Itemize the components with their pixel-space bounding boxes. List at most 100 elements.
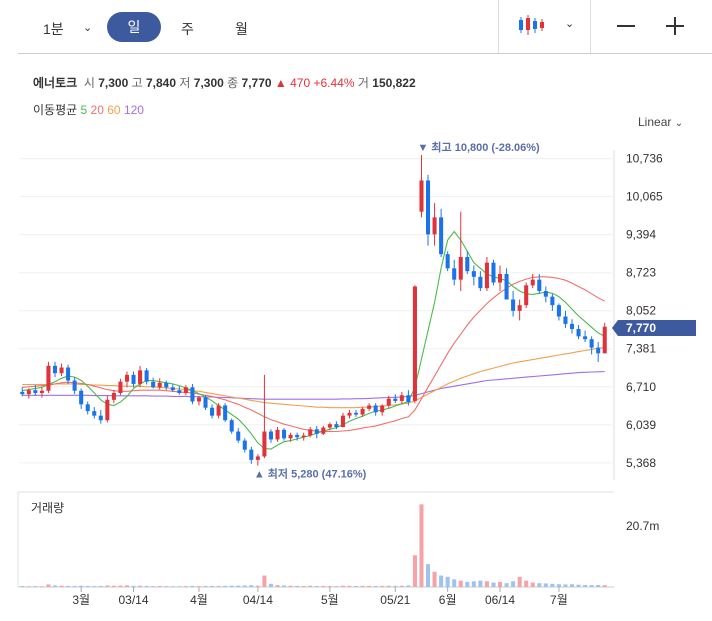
candle-body (543, 291, 548, 297)
candle-body (79, 390, 84, 405)
candle-body (183, 387, 188, 393)
max-annotation: ▼ 최고 10,800 (-28.06%) (417, 140, 540, 154)
candle-body (210, 407, 215, 416)
volume-bar (52, 585, 58, 587)
candle-body (20, 391, 25, 395)
candle-body (26, 390, 31, 395)
y-tick-label: 5,368 (626, 456, 656, 470)
volume-bar (583, 584, 588, 587)
volume-bar (399, 585, 404, 587)
candle-body (46, 365, 51, 391)
volume-bar (504, 583, 509, 587)
volume-bar (550, 583, 555, 587)
volume-bar (314, 585, 319, 587)
volume-bar (85, 585, 90, 587)
volume-bar (92, 586, 97, 587)
candle-body (373, 405, 378, 413)
candle-body (98, 415, 103, 421)
candle-body (511, 299, 516, 311)
volume-bar (471, 581, 476, 587)
volume-bar (66, 585, 71, 587)
candle-body (569, 323, 575, 329)
volume-bar (33, 586, 38, 587)
volume-bar (602, 585, 607, 587)
candle-body (491, 262, 496, 283)
x-tick-label: 6월 (439, 593, 457, 607)
volume-bar (589, 585, 594, 587)
candle-body (138, 370, 143, 384)
volume-bar (380, 585, 385, 587)
volume-bar (386, 585, 391, 587)
y-tick-label: 7,381 (626, 342, 656, 356)
candle-body (229, 420, 234, 432)
ma20-line (22, 276, 605, 433)
candle-body (484, 262, 489, 289)
candle-body (340, 415, 345, 427)
volume-bar (497, 581, 503, 587)
candle-body (236, 431, 241, 441)
candle-body (589, 339, 594, 348)
volume-bar (393, 585, 398, 587)
candle-body (347, 412, 352, 416)
candle-body (151, 381, 156, 388)
candle-body (530, 279, 535, 286)
volume-bar (20, 585, 25, 587)
volume-bar (419, 504, 424, 587)
candle-body (458, 257, 463, 280)
x-tick-label: 05/21 (380, 593, 410, 607)
candle-body (393, 398, 398, 401)
volume-bar (164, 586, 169, 587)
candle-body (177, 390, 182, 393)
candle-body (52, 365, 58, 374)
candle-body (157, 382, 162, 388)
volume-bar (439, 575, 444, 587)
candle-body (399, 395, 404, 401)
y-tick-label: 9,394 (626, 228, 656, 242)
volume-bar (39, 586, 44, 587)
candle-body (354, 412, 359, 415)
stock-chart[interactable]: 10,736 10,065 9,394 8,723 8,052 7,381 6,710 6,0… (0, 0, 712, 621)
volume-bar (530, 582, 535, 587)
candle-body (216, 405, 221, 416)
volume-bar (249, 585, 254, 587)
candle-body (465, 257, 470, 272)
candle-body (33, 390, 38, 393)
volume-bar (79, 585, 84, 587)
candle-body (583, 336, 588, 340)
volume-bar (295, 585, 300, 587)
current-price: 7,770 (626, 321, 656, 335)
candle-body (39, 390, 44, 393)
candle-body (131, 374, 136, 384)
volume-bar (347, 585, 352, 587)
min-annotation: ▲ 최저 5,280 (47.16%) (254, 467, 367, 481)
candle-body (111, 393, 116, 400)
volume-bar (288, 585, 293, 587)
volume-bar (354, 585, 359, 587)
volume-bar (406, 585, 411, 587)
volume-bar (255, 585, 260, 587)
candle-body (255, 456, 260, 460)
volume-bar (170, 586, 175, 587)
candle-body (124, 374, 130, 382)
candle-body (66, 367, 71, 381)
candle-body (432, 217, 437, 235)
volume-bar (229, 585, 234, 587)
y-tick-label: 6,039 (626, 418, 656, 432)
volume-bar (111, 585, 116, 587)
candle-body (85, 404, 90, 412)
candle-body (367, 405, 372, 409)
candle-body (295, 434, 300, 438)
y-tick-label: 10,065 (626, 190, 663, 204)
volume-bar (210, 585, 215, 587)
volume-bar (183, 586, 188, 587)
volume-bar (334, 586, 339, 587)
x-tick-label: 03/14 (119, 593, 149, 607)
candle-body (282, 429, 287, 439)
candle-body (327, 424, 332, 428)
candle-body (223, 405, 228, 421)
volume-bar (432, 571, 437, 587)
candle-body (419, 180, 424, 212)
candle-body (144, 370, 149, 382)
volume-bar (367, 585, 372, 587)
volume-title: 거래량 (31, 501, 64, 515)
